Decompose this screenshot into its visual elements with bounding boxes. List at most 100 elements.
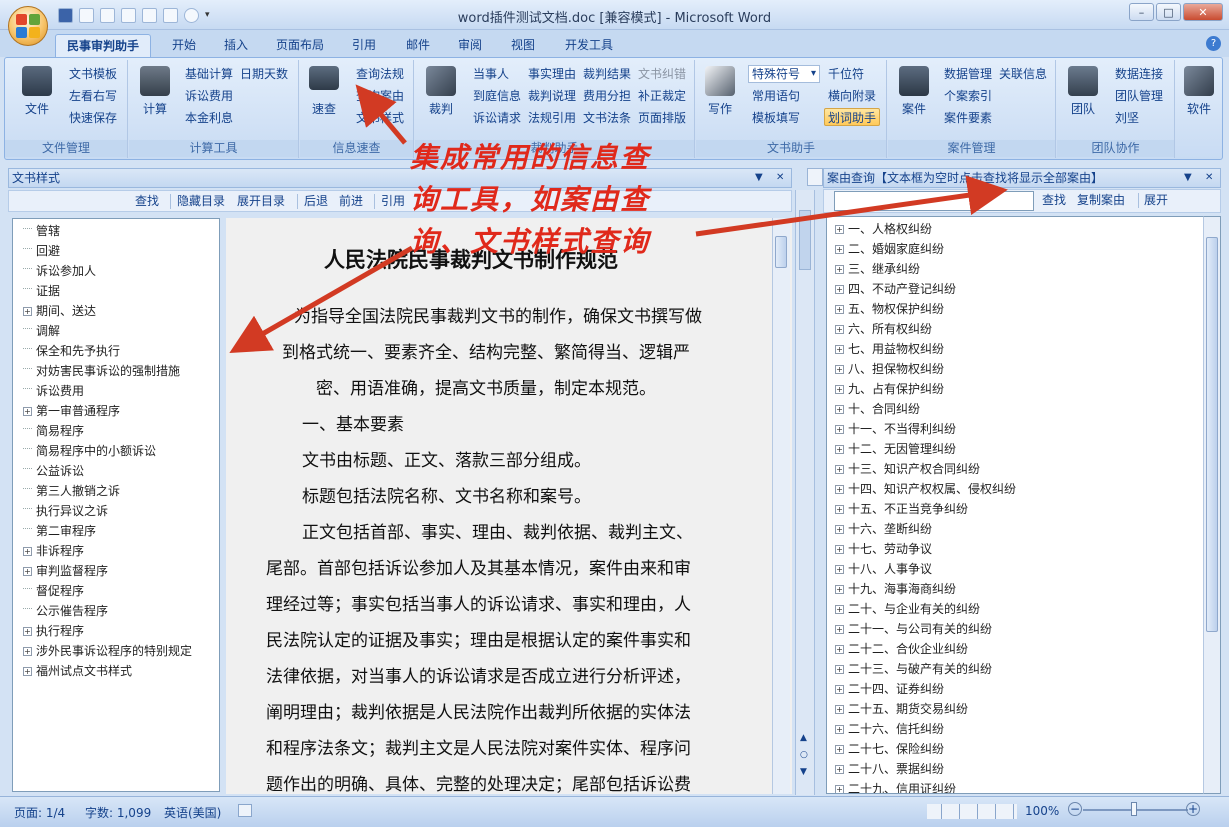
case-cause-scrollbar[interactable]	[1203, 216, 1221, 794]
quick-lookup-button[interactable]: 速查	[304, 64, 344, 124]
correction-ruling-button[interactable]: 补正裁定	[638, 87, 686, 105]
case-cause-item[interactable]: + 四、不动产登记纠纷	[835, 279, 956, 299]
expand-icon[interactable]: +	[23, 627, 32, 636]
expand-icon[interactable]: +	[835, 745, 844, 754]
expand-icon[interactable]: +	[835, 685, 844, 694]
word-count[interactable]: 字数: 1,099	[85, 804, 151, 821]
tree-item[interactable]: + 非诉程序	[23, 541, 84, 561]
cite-button[interactable]: 引用	[381, 191, 405, 211]
case-cause-item[interactable]: + 五、物权保护纠纷	[835, 299, 944, 319]
facts-reasons-button[interactable]: 事实理由	[528, 65, 576, 83]
tree-item[interactable]: 公益诉讼	[23, 461, 84, 481]
doc-error-check-button[interactable]: 文书纠错	[638, 65, 686, 83]
query-laws-button[interactable]: 查询法规	[356, 65, 404, 83]
expand-icon[interactable]: +	[23, 547, 32, 556]
tab-review[interactable]: 审阅	[454, 34, 486, 57]
case-cause-item[interactable]: + 二十八、票据纠纷	[835, 759, 944, 779]
expand-icon[interactable]: +	[835, 565, 844, 574]
tree-item[interactable]: 回避	[23, 241, 60, 261]
query-case-cause-button[interactable]: 查询案由	[356, 87, 404, 105]
case-cause-item[interactable]: + 六、所有权纠纷	[835, 319, 932, 339]
tree-item[interactable]: 执行异议之诉	[23, 501, 108, 521]
expand-icon[interactable]: +	[835, 405, 844, 414]
scroll-thumb[interactable]	[799, 210, 811, 270]
data-connection-button[interactable]: 数据连接	[1115, 65, 1163, 83]
browse-object-controls[interactable]: ▲ ○ ▼	[800, 730, 808, 781]
view-buttons[interactable]	[927, 804, 1017, 819]
hide-toc-button[interactable]: 隐藏目录	[177, 191, 225, 211]
tree-item[interactable]: + 第一审普通程序	[23, 401, 120, 421]
page-indicator[interactable]: 页面: 1/4	[14, 804, 65, 821]
expand-icon[interactable]: +	[835, 265, 844, 274]
case-cause-item[interactable]: + 十六、垄断纠纷	[835, 519, 932, 539]
zoom-slider-thumb[interactable]	[1131, 802, 1137, 816]
find-button[interactable]: 查找	[1042, 190, 1066, 210]
tab-page-layout[interactable]: 页面布局	[272, 34, 328, 57]
expand-icon[interactable]: +	[23, 567, 32, 576]
expand-icon[interactable]: +	[835, 245, 844, 254]
pane-menu-icon[interactable]: ▼	[1184, 169, 1192, 187]
tab-insert[interactable]: 插入	[220, 34, 252, 57]
expand-icon[interactable]: +	[23, 647, 32, 656]
document-style-button[interactable]: 文书样式	[356, 109, 404, 127]
claims-button[interactable]: 诉讼请求	[473, 109, 521, 127]
case-index-button[interactable]: 个案索引	[944, 87, 992, 105]
tree-item[interactable]: 证据	[23, 281, 60, 301]
case-cause-item[interactable]: + 十四、知识产权权属、侵权纠纷	[835, 479, 1016, 499]
basic-calc-button[interactable]: 基础计算	[185, 65, 233, 83]
template-fill-button[interactable]: 模板填写	[752, 109, 800, 127]
case-cause-item[interactable]: + 十九、海事海商纠纷	[835, 579, 956, 599]
help-icon[interactable]: ?	[1206, 36, 1221, 51]
expand-icon[interactable]: +	[23, 407, 32, 416]
expand-icon[interactable]: +	[23, 667, 32, 676]
pane-close-icon[interactable]: ✕	[776, 169, 784, 187]
office-button[interactable]	[8, 6, 48, 46]
case-cause-item[interactable]: + 七、用益物权纠纷	[835, 339, 944, 359]
law-citation-button[interactable]: 法规引用	[528, 109, 576, 127]
common-phrases-button[interactable]: 常用语句	[752, 87, 800, 105]
tree-item[interactable]: 公示催告程序	[23, 601, 108, 621]
case-cause-item[interactable]: + 二十七、保险纠纷	[835, 739, 944, 759]
expand-icon[interactable]: +	[835, 605, 844, 614]
doc-articles-button[interactable]: 文书法条	[583, 109, 631, 127]
judgment-result-button[interactable]: 裁判结果	[583, 65, 631, 83]
zoom-in-button[interactable]: +	[1186, 802, 1200, 816]
tree-item[interactable]: 保全和先予执行	[23, 341, 120, 361]
case-cause-item[interactable]: + 二十五、期货交易纠纷	[835, 699, 968, 719]
case-button[interactable]: 案件	[894, 64, 934, 124]
tree-item[interactable]: 管辖	[23, 221, 60, 241]
expand-icon[interactable]: +	[835, 525, 844, 534]
case-cause-item[interactable]: + 二十三、与破产有关的纠纷	[835, 659, 992, 679]
case-cause-item[interactable]: + 十八、人事争议	[835, 559, 932, 579]
expand-icon[interactable]: +	[835, 425, 844, 434]
expand-toc-button[interactable]: 展开目录	[237, 191, 285, 211]
tree-item[interactable]: 第三人撤销之诉	[23, 481, 120, 501]
case-cause-item[interactable]: + 二十、与企业有关的纠纷	[835, 599, 980, 619]
forward-button[interactable]: 前进	[339, 191, 363, 211]
expand-icon[interactable]: +	[835, 505, 844, 514]
case-cause-search-input[interactable]	[834, 191, 1034, 211]
tab-references[interactable]: 引用	[348, 34, 380, 57]
tree-item[interactable]: + 执行程序	[23, 621, 84, 641]
file-button[interactable]: 文件	[17, 64, 57, 124]
case-cause-item[interactable]: + 二十一、与公司有关的纠纷	[835, 619, 992, 639]
expand-button[interactable]: 展开	[1144, 190, 1168, 210]
tree-item[interactable]: + 福州试点文书样式	[23, 661, 132, 681]
expand-icon[interactable]: +	[835, 765, 844, 774]
expand-icon[interactable]: +	[835, 285, 844, 294]
tree-item[interactable]: 督促程序	[23, 581, 84, 601]
special-symbol-dropdown[interactable]: 特殊符号	[748, 65, 820, 83]
case-cause-item[interactable]: + 九、占有保护纠纷	[835, 379, 944, 399]
split-pane-icon[interactable]	[807, 168, 823, 186]
expand-icon[interactable]: +	[835, 305, 844, 314]
case-cause-item[interactable]: + 二十九、信用证纠纷	[835, 779, 956, 793]
expand-icon[interactable]: +	[23, 307, 32, 316]
case-cause-item[interactable]: + 十、合同纠纷	[835, 399, 920, 419]
expand-icon[interactable]: +	[835, 465, 844, 474]
expand-icon[interactable]: +	[835, 665, 844, 674]
expand-icon[interactable]: +	[835, 385, 844, 394]
pane-menu-icon[interactable]: ▼	[755, 169, 763, 187]
tab-view[interactable]: 视图	[507, 34, 539, 57]
landscape-appendix-button[interactable]: 横向附录	[828, 87, 876, 105]
pane-close-icon[interactable]: ✕	[1205, 169, 1213, 187]
